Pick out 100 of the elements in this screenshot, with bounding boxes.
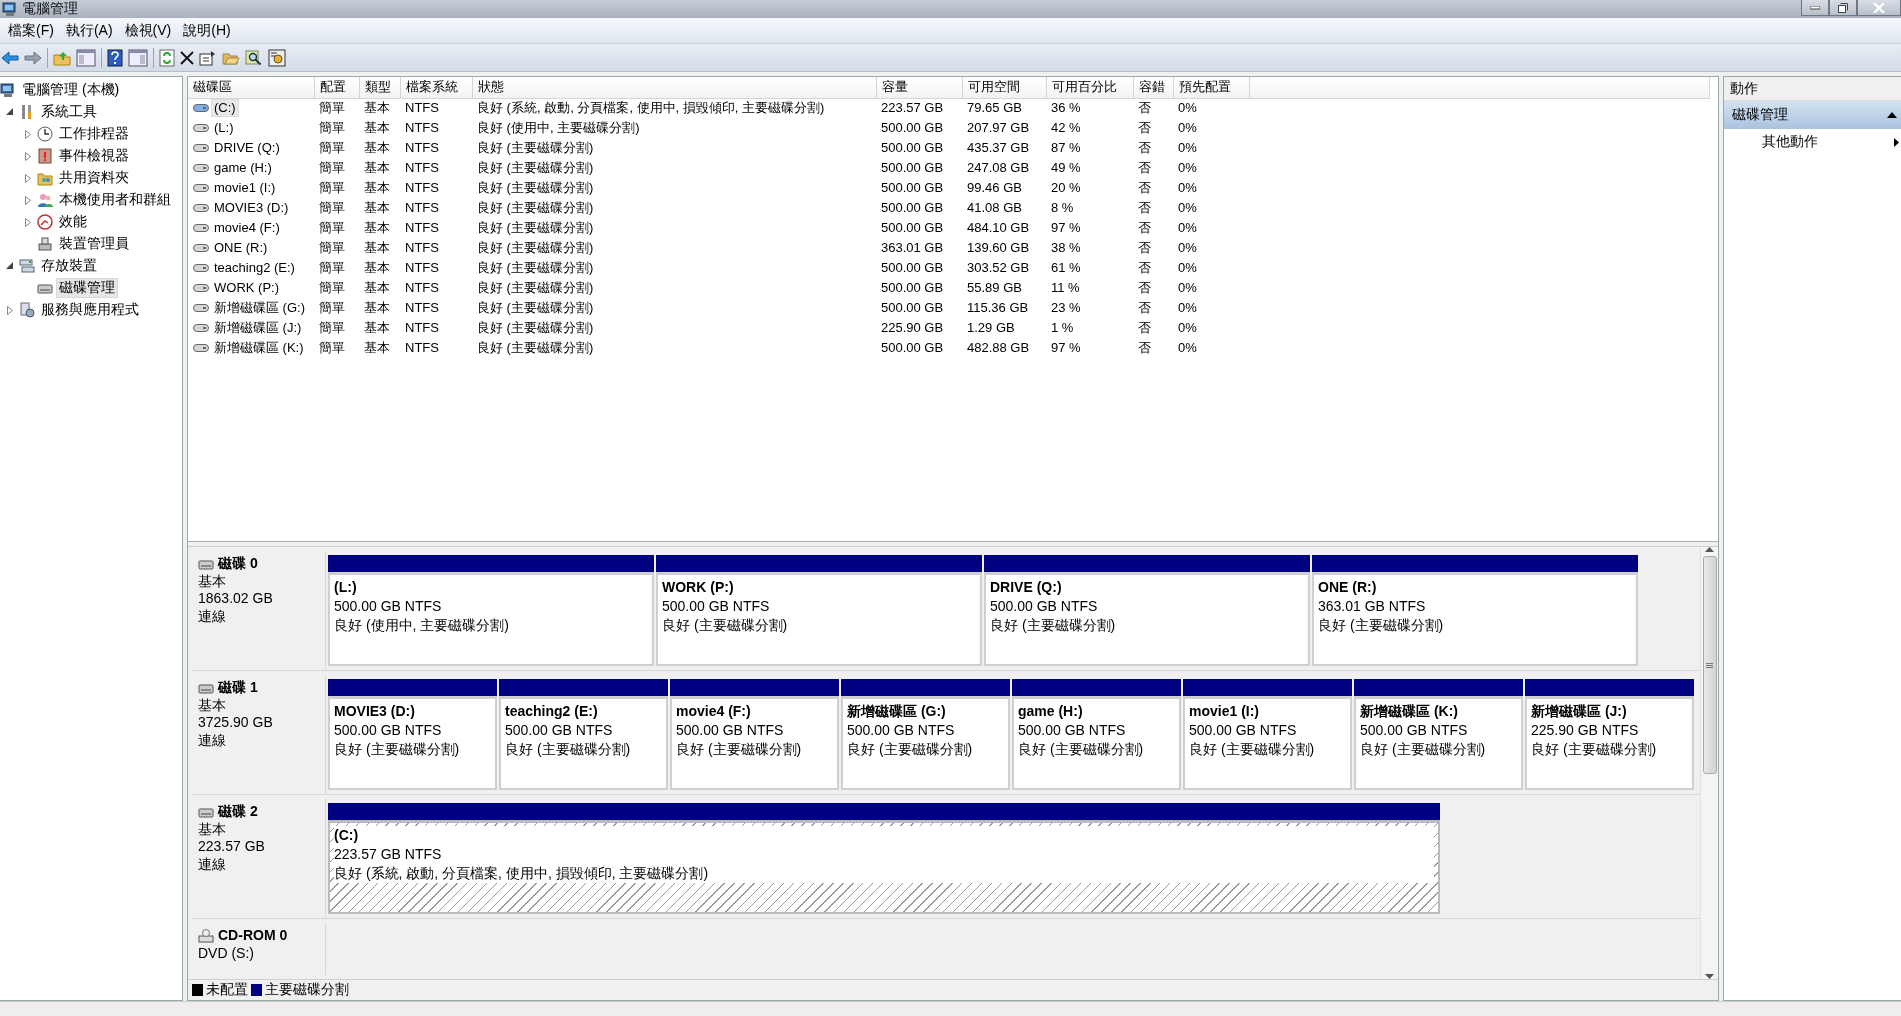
users-icon <box>37 192 53 208</box>
tree-item[interactable]: 系統工具 <box>38 102 100 122</box>
volume-name[interactable]: 新增磁碟區 (J:) <box>211 318 305 338</box>
tree-item[interactable]: 服務與應用程式 <box>38 300 142 320</box>
table-cell-text: 良好 (主要磁碟分割) <box>476 178 595 197</box>
table-cell: 0% <box>1173 98 1249 118</box>
menu-item[interactable]: 檔案(F) <box>2 21 60 40</box>
column-header[interactable]: 磁碟區 <box>188 77 314 98</box>
partition-box[interactable]: 新增磁碟區 (G:) 500.00 GB NTFS 良好 (主要磁碟分割) <box>841 696 1010 790</box>
column-header[interactable]: 配置 <box>314 77 359 98</box>
volume-name[interactable]: movie4 (F:) <box>211 218 283 238</box>
volume-name[interactable]: (C:) <box>211 99 239 118</box>
volume-name[interactable]: 新增磁碟區 (G:) <box>211 298 308 318</box>
tree-item[interactable]: 電腦管理 (本機) <box>19 80 123 100</box>
partition-name: WORK (P:) <box>662 579 734 595</box>
table-cell-text: 115.36 GB <box>966 298 1030 317</box>
properties-icon[interactable] <box>199 49 217 66</box>
help-icon[interactable] <box>107 48 123 67</box>
partition-name: teaching2 (E:) <box>505 703 598 719</box>
actions-header: 動作 <box>1724 77 1901 101</box>
table-cell: 基本 <box>359 98 400 118</box>
table-cell-text: NTFS <box>404 318 440 337</box>
partition-box[interactable]: MOVIE3 (D:) 500.00 GB NTFS 良好 (主要磁碟分割) <box>328 696 497 790</box>
volume-name[interactable]: 新增磁碟區 (K:) <box>211 338 307 358</box>
table-cell-text: 500.00 GB <box>880 218 945 237</box>
tree-item[interactable]: 裝置管理員 <box>56 234 132 254</box>
column-header[interactable]: 可用百分比 <box>1046 77 1133 98</box>
column-header[interactable]: 可用空間 <box>962 77 1046 98</box>
tree-item[interactable]: 存放裝置 <box>38 256 100 276</box>
refresh-icon[interactable] <box>159 48 175 67</box>
collapsed-icon[interactable] <box>25 217 31 227</box>
drive-icon <box>193 163 209 173</box>
partition-box[interactable]: movie4 (F:) 500.00 GB NTFS 良好 (主要磁碟分割) <box>670 696 839 790</box>
volume-name[interactable]: movie1 (I:) <box>211 178 279 198</box>
partition-box[interactable]: 新增磁碟區 (J:) 225.90 GB NTFS 良好 (主要磁碟分割) <box>1525 696 1694 790</box>
partition-box[interactable]: (C:) 223.57 GB NTFS 良好 (系統, 啟動, 分頁檔案, 使用中, 損毀傾印, 主要磁碟分割) <box>328 820 1440 914</box>
tree-item[interactable]: 事件檢視器 <box>56 146 132 166</box>
volume-name[interactable]: (L:) <box>211 118 237 138</box>
close-button[interactable] <box>1857 0 1901 16</box>
tree-item[interactable]: 工作排程器 <box>56 124 132 144</box>
partition-box[interactable]: WORK (P:) 500.00 GB NTFS 良好 (主要磁碟分割) <box>656 572 982 666</box>
collapsed-icon[interactable] <box>25 195 31 205</box>
menu-item[interactable]: 說明(H) <box>177 21 237 40</box>
partition-box[interactable]: game (H:) 500.00 GB NTFS 良好 (主要磁碟分割) <box>1012 696 1181 790</box>
column-header[interactable]: 狀態 <box>472 77 876 98</box>
volume-name[interactable]: MOVIE3 (D:) <box>211 198 292 218</box>
delete-icon[interactable] <box>180 50 194 65</box>
volume-name[interactable]: game (H:) <box>211 158 275 178</box>
clock-icon <box>37 126 53 142</box>
tree-item[interactable]: 磁碟管理 <box>56 278 118 298</box>
collapsed-icon[interactable] <box>7 305 13 315</box>
partition-name: MOVIE3 (D:) <box>334 703 415 719</box>
column-header[interactable]: 類型 <box>359 77 400 98</box>
collapse-icon[interactable] <box>1887 112 1897 118</box>
tree-item[interactable]: 效能 <box>56 212 90 232</box>
partition-status: 良好 (主要磁碟分割) <box>847 741 973 757</box>
partition-box[interactable]: ONE (R:) 363.01 GB NTFS 良好 (主要磁碟分割) <box>1312 572 1638 666</box>
drive-icon <box>193 283 209 293</box>
column-header[interactable]: 預先配置 <box>1173 77 1249 98</box>
tree-item[interactable]: 共用資料夾 <box>56 168 132 188</box>
menu-item[interactable]: 檢視(V) <box>118 21 178 40</box>
menu-item[interactable]: 執行(A) <box>59 21 119 40</box>
minimize-icon[interactable] <box>1810 5 1820 10</box>
column-header[interactable]: 容錯 <box>1133 77 1173 98</box>
table-cell-text: 500.00 GB <box>880 278 945 297</box>
partition-box[interactable]: (L:) 500.00 GB NTFS 良好 (使用中, 主要磁碟分割) <box>328 572 654 666</box>
collapsed-icon[interactable] <box>25 129 31 139</box>
partition-size: 500.00 GB NTFS <box>990 598 1098 614</box>
restore-icon[interactable] <box>1838 2 1848 13</box>
column-header[interactable]: 檔案系統 <box>400 77 472 98</box>
volume-name[interactable]: ONE (R:) <box>211 238 271 258</box>
collapsed-icon[interactable] <box>25 173 31 183</box>
expanded-icon[interactable] <box>6 108 14 116</box>
table-cell-text: 簡單 <box>318 218 346 237</box>
drive-icon <box>193 103 209 114</box>
volume-name[interactable]: teaching2 (E:) <box>211 258 298 278</box>
scrollbar[interactable] <box>1700 547 1718 979</box>
partition-box[interactable]: 新增磁碟區 (K:) 500.00 GB NTFS 良好 (主要磁碟分割) <box>1354 696 1523 790</box>
table-cell-text: NTFS <box>404 278 440 297</box>
volume-name[interactable]: WORK (P:) <box>211 278 282 298</box>
action-pane-icon[interactable] <box>128 48 148 67</box>
back-icon[interactable] <box>1 49 19 66</box>
table-cell-text: NTFS <box>404 158 440 177</box>
column-header[interactable]: 容量 <box>876 77 962 98</box>
tree-pane-icon[interactable] <box>76 48 96 67</box>
action-item[interactable]: 其他動作 <box>1762 133 1818 151</box>
scroll-down-icon[interactable] <box>1705 974 1714 979</box>
maximize-button[interactable] <box>1829 0 1857 16</box>
folder-up-icon[interactable] <box>53 49 71 66</box>
collapsed-icon[interactable] <box>25 151 31 161</box>
partition-box[interactable]: movie1 (I:) 500.00 GB NTFS 良好 (主要磁碟分割) <box>1183 696 1352 790</box>
volume-name[interactable]: DRIVE (Q:) <box>211 138 283 158</box>
forward-icon[interactable] <box>24 49 42 66</box>
partition-name: 新增磁碟區 (G:) <box>847 703 946 719</box>
table-cell-text: 基本 <box>363 118 391 137</box>
tree-item[interactable]: 本機使用者和群組 <box>56 190 174 210</box>
expanded-icon[interactable] <box>6 262 14 270</box>
search-icon[interactable] <box>245 49 263 66</box>
partition-box[interactable]: DRIVE (Q:) 500.00 GB NTFS 良好 (主要磁碟分割) <box>984 572 1310 666</box>
partition-box[interactable]: teaching2 (E:) 500.00 GB NTFS 良好 (主要磁碟分割) <box>499 696 668 790</box>
